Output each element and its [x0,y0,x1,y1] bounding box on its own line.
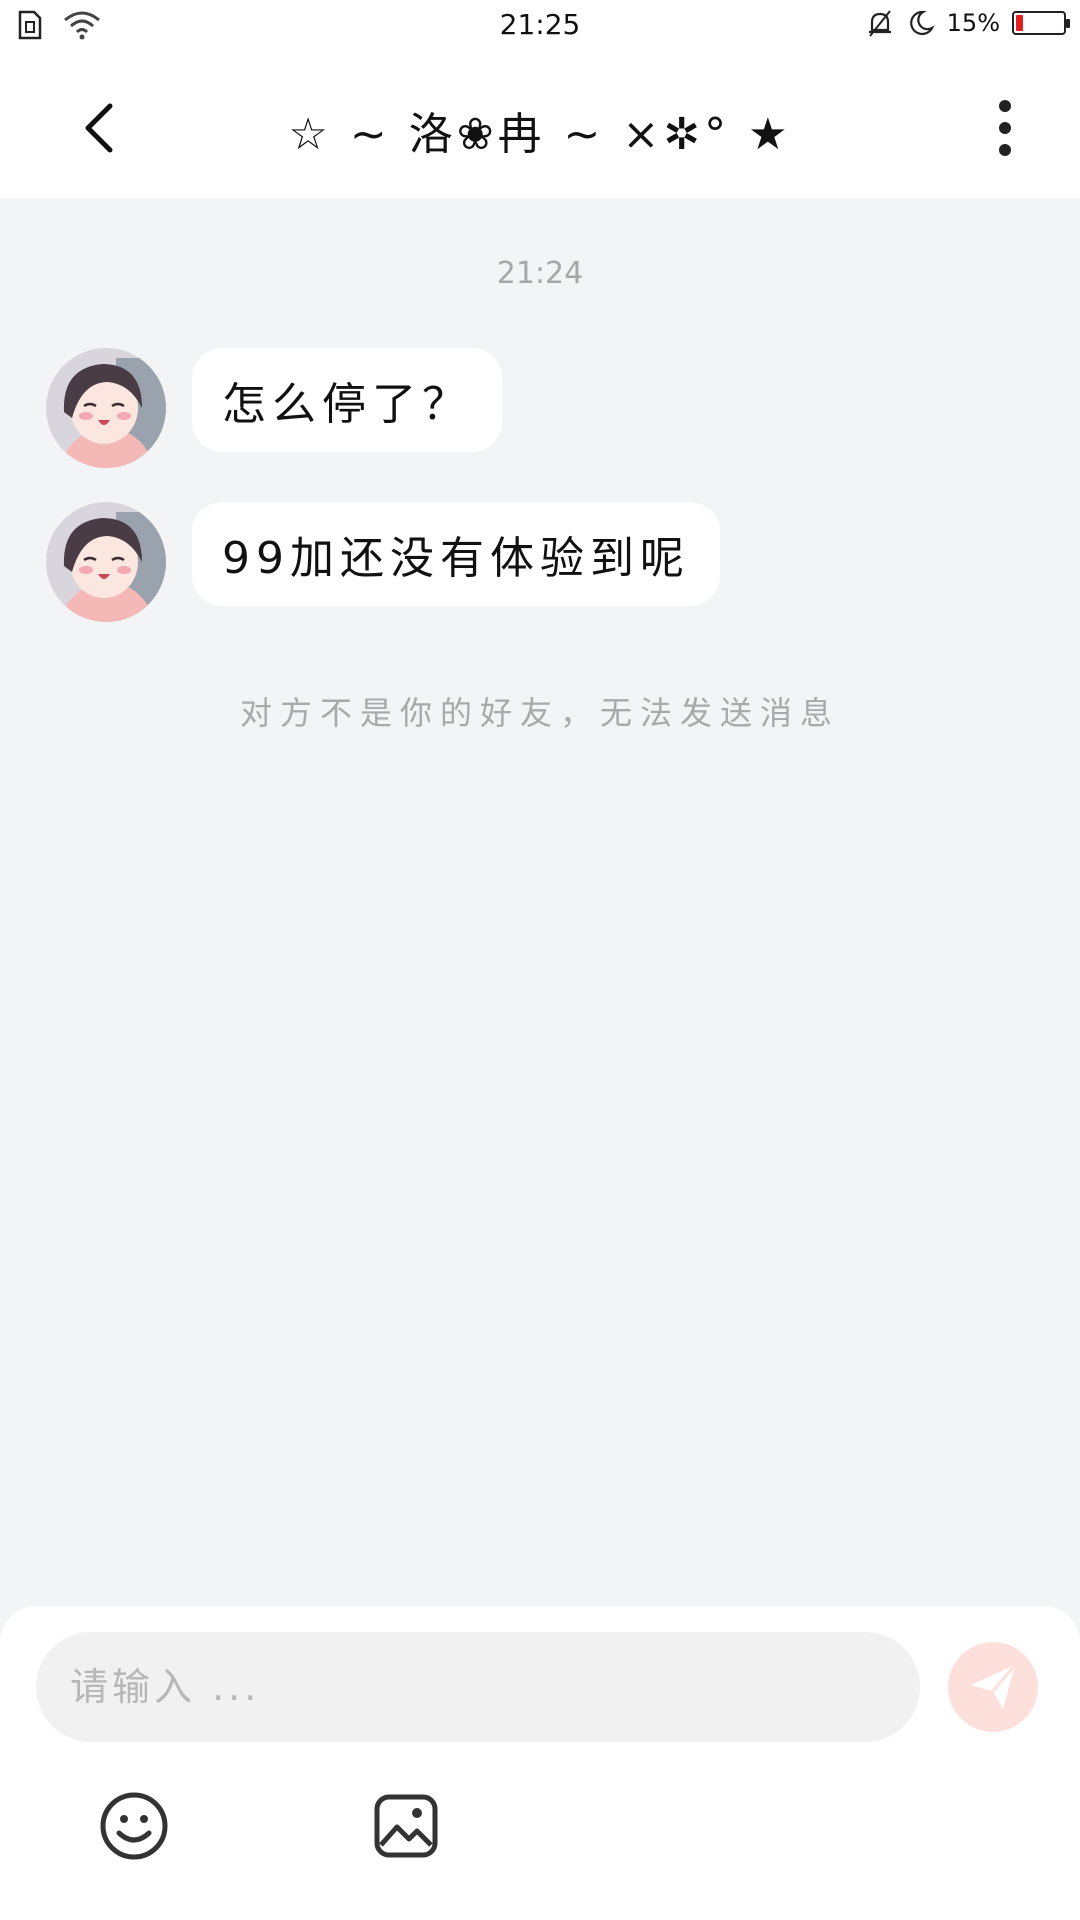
battery-icon [1012,11,1070,35]
more-vertical-icon [999,100,1011,156]
chat-header: ☆ ~ 洛❀冉 ~ ×✲° ★ [0,58,1080,198]
bell-muted-icon [868,10,891,37]
image-button[interactable] [370,1790,442,1862]
send-button[interactable] [948,1642,1038,1732]
message-row: 99加还没有体验到呢 [46,502,720,622]
battery-percent: 15% [946,9,1000,37]
message-bubble[interactable]: 99加还没有体验到呢 [192,502,720,606]
chevron-left-icon [85,103,113,153]
message-list[interactable]: 21:24 怎么停了？ 99加还没有体验到呢 对方不是你的好友，无法发送消息 [0,198,1080,1608]
send-icon [971,1664,1017,1709]
avatar-image [46,348,166,468]
status-right-icons: 15% [865,8,1070,38]
message-timestamp: 21:24 [496,256,584,291]
system-notice: 对方不是你的好友，无法发送消息 [239,694,840,732]
back-button[interactable] [60,88,140,168]
avatar-image [46,502,166,622]
avatar[interactable] [46,502,166,622]
chat-title: ☆ ~ 洛❀冉 ~ ×✲° ★ [288,109,792,160]
message-input[interactable] [36,1632,920,1742]
image-icon [374,1794,438,1858]
message-bubble[interactable]: 怎么停了？ [192,348,502,452]
moon-icon [909,10,935,36]
emoji-icon [100,1792,168,1860]
status-bar: 21:25 15% [0,0,1080,58]
avatar[interactable] [46,348,166,468]
more-options-button[interactable] [970,88,1040,168]
composer [0,1606,1080,1920]
message-row: 怎么停了？ [46,348,502,468]
emoji-button[interactable] [98,1790,170,1862]
chat-screen: 21:25 15% ☆ ~ 洛❀冉 ~ ×✲° ★ 21:24 怎么停了？ 99… [0,0,1080,1920]
battery-level [1016,15,1023,31]
